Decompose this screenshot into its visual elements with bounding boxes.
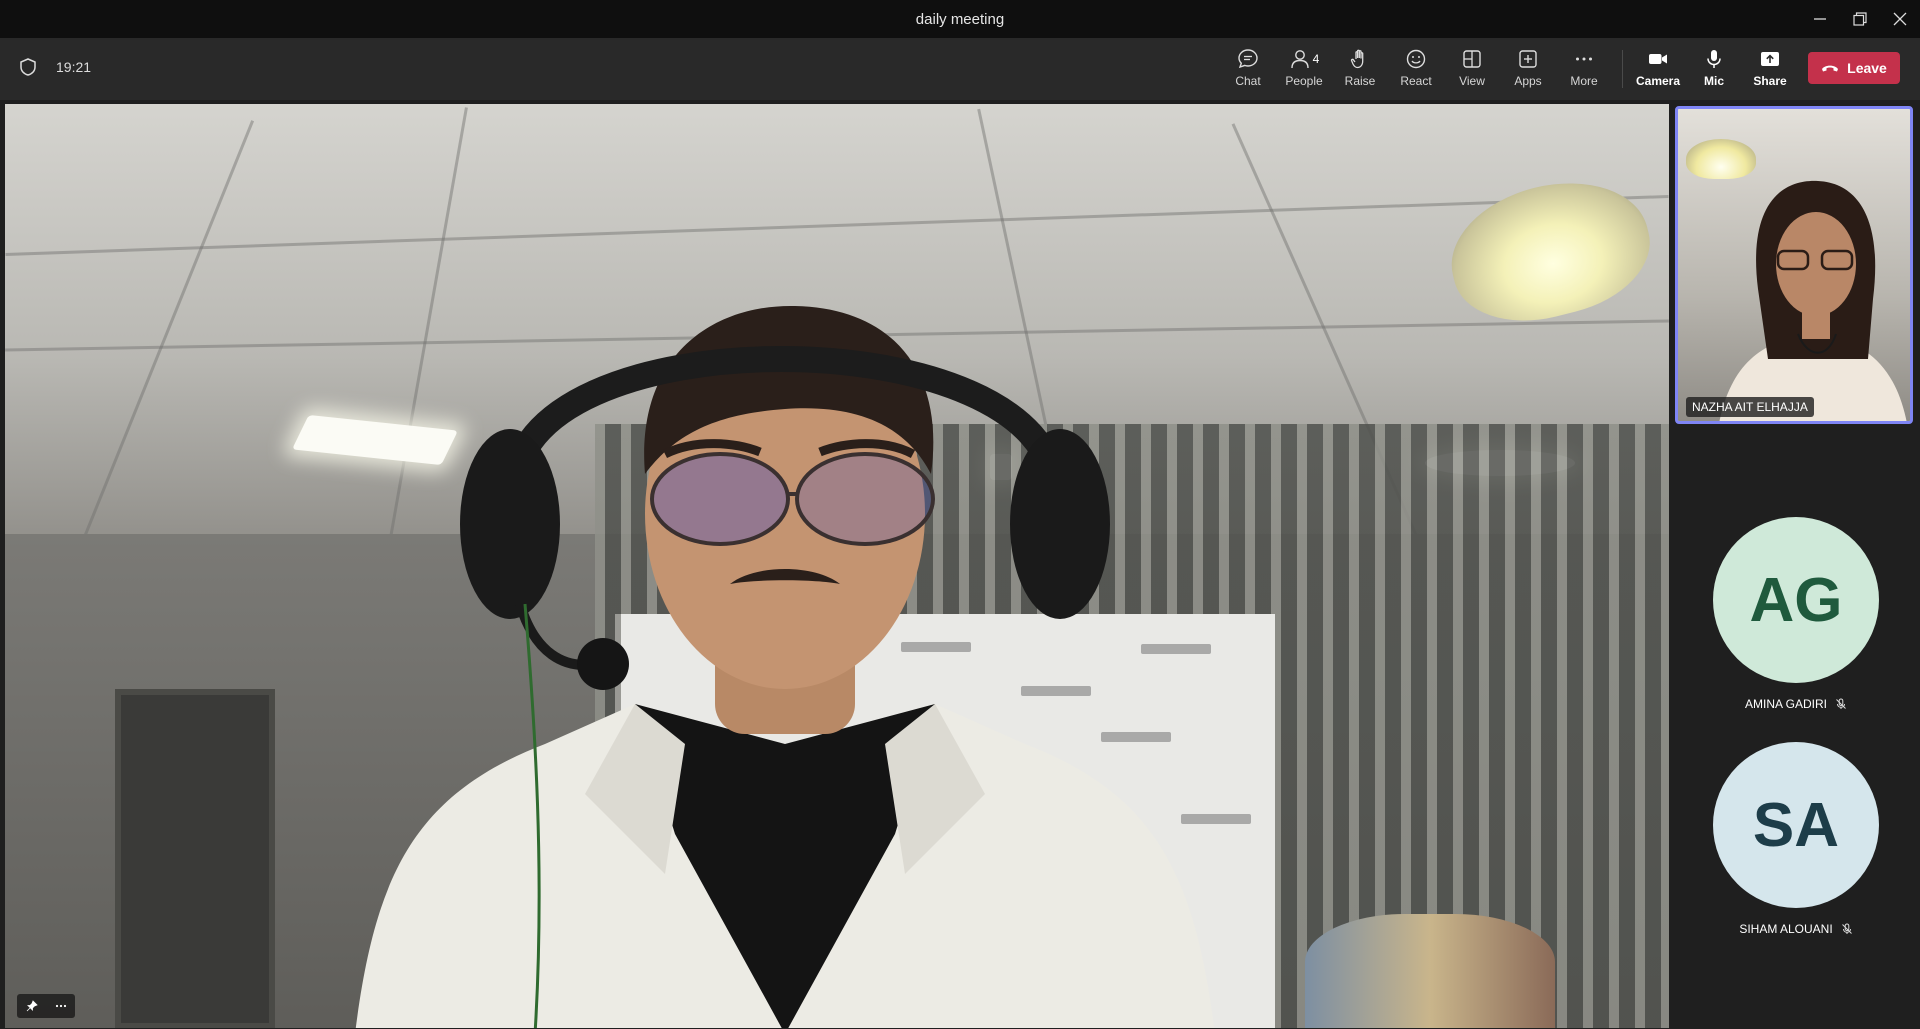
- leave-button[interactable]: Leave: [1808, 52, 1900, 84]
- meeting-toolbar: 19:21 Chat 4 People Raise React View App…: [0, 38, 1920, 100]
- participant-name: SIHAM ALOUANI: [1739, 922, 1833, 936]
- close-icon: [1893, 12, 1907, 26]
- camera-label: Camera: [1635, 74, 1681, 88]
- leave-label: Leave: [1847, 60, 1887, 76]
- raise-hand-icon: [1350, 49, 1364, 69]
- mic-off-icon: [1836, 698, 1846, 709]
- title-bar: daily meeting: [0, 0, 1920, 38]
- more-button[interactable]: More: [1556, 46, 1612, 94]
- featured-participant-tile[interactable]: NAZHA AIT ELHAJJA: [1675, 106, 1913, 424]
- apps-button[interactable]: Apps: [1500, 46, 1556, 94]
- share-button[interactable]: Share: [1742, 46, 1798, 94]
- people-button[interactable]: 4 People: [1276, 46, 1332, 94]
- view-label: View: [1459, 74, 1485, 88]
- featured-participant-name: NAZHA AIT ELHAJJA: [1686, 397, 1814, 417]
- chat-button[interactable]: Chat: [1220, 46, 1276, 94]
- raise-label: Raise: [1344, 74, 1376, 88]
- restore-button[interactable]: [1840, 0, 1880, 38]
- participant-name: AMINA GADIRI: [1744, 697, 1827, 711]
- chat-label: Chat: [1235, 74, 1261, 88]
- share-icon: [1761, 52, 1779, 66]
- phone-hangup-icon: [1822, 65, 1839, 72]
- more-icon: [1576, 57, 1592, 61]
- view-button[interactable]: View: [1444, 46, 1500, 94]
- camera-icon: [1649, 54, 1667, 64]
- shield-icon[interactable]: [20, 58, 36, 76]
- pin-icon[interactable]: [26, 1000, 38, 1012]
- people-count: 4: [1312, 52, 1320, 66]
- mic-label: Mic: [1703, 74, 1724, 88]
- people-label: People: [1285, 74, 1323, 88]
- chair: [1305, 914, 1555, 1028]
- window-title: daily meeting: [915, 10, 1005, 28]
- doorway: [115, 689, 275, 1028]
- video-options-bar: [17, 994, 75, 1018]
- participant-tile-sa[interactable]: SA SIHAM ALOUANI: [1672, 742, 1920, 936]
- main-participant-video: [355, 305, 1215, 1028]
- chat-icon: [1238, 49, 1258, 69]
- avatar: AG: [1713, 517, 1879, 683]
- close-window-button[interactable]: [1880, 0, 1920, 38]
- toolbar-divider: [1622, 50, 1623, 88]
- view-icon: [1463, 50, 1481, 68]
- minimize-icon: [1814, 18, 1826, 20]
- participant-tile-ag[interactable]: AG AMINA GADIRI: [1672, 517, 1920, 711]
- more-label: More: [1570, 74, 1598, 88]
- avatar: SA: [1713, 742, 1879, 908]
- meeting-timer: 19:21: [56, 59, 92, 75]
- react-icon: [1406, 49, 1426, 69]
- mic-off-icon: [1841, 923, 1852, 934]
- raise-hand-button[interactable]: Raise: [1332, 46, 1388, 94]
- apps-label: Apps: [1514, 74, 1542, 88]
- minimize-button[interactable]: [1800, 0, 1840, 38]
- react-label: React: [1400, 74, 1432, 88]
- window-controls: [1800, 0, 1920, 38]
- mic-icon: [1707, 50, 1721, 68]
- camera-button[interactable]: Camera: [1630, 46, 1686, 94]
- people-icon: [1290, 50, 1309, 69]
- react-button[interactable]: React: [1388, 46, 1444, 94]
- mic-button[interactable]: Mic: [1686, 46, 1742, 94]
- more-options-icon[interactable]: [55, 1000, 67, 1012]
- share-label: Share: [1753, 74, 1787, 88]
- restore-icon: [1853, 12, 1867, 26]
- apps-icon: [1519, 50, 1537, 68]
- main-video-feed[interactable]: [5, 104, 1669, 1028]
- featured-participant-video: [1719, 180, 1907, 421]
